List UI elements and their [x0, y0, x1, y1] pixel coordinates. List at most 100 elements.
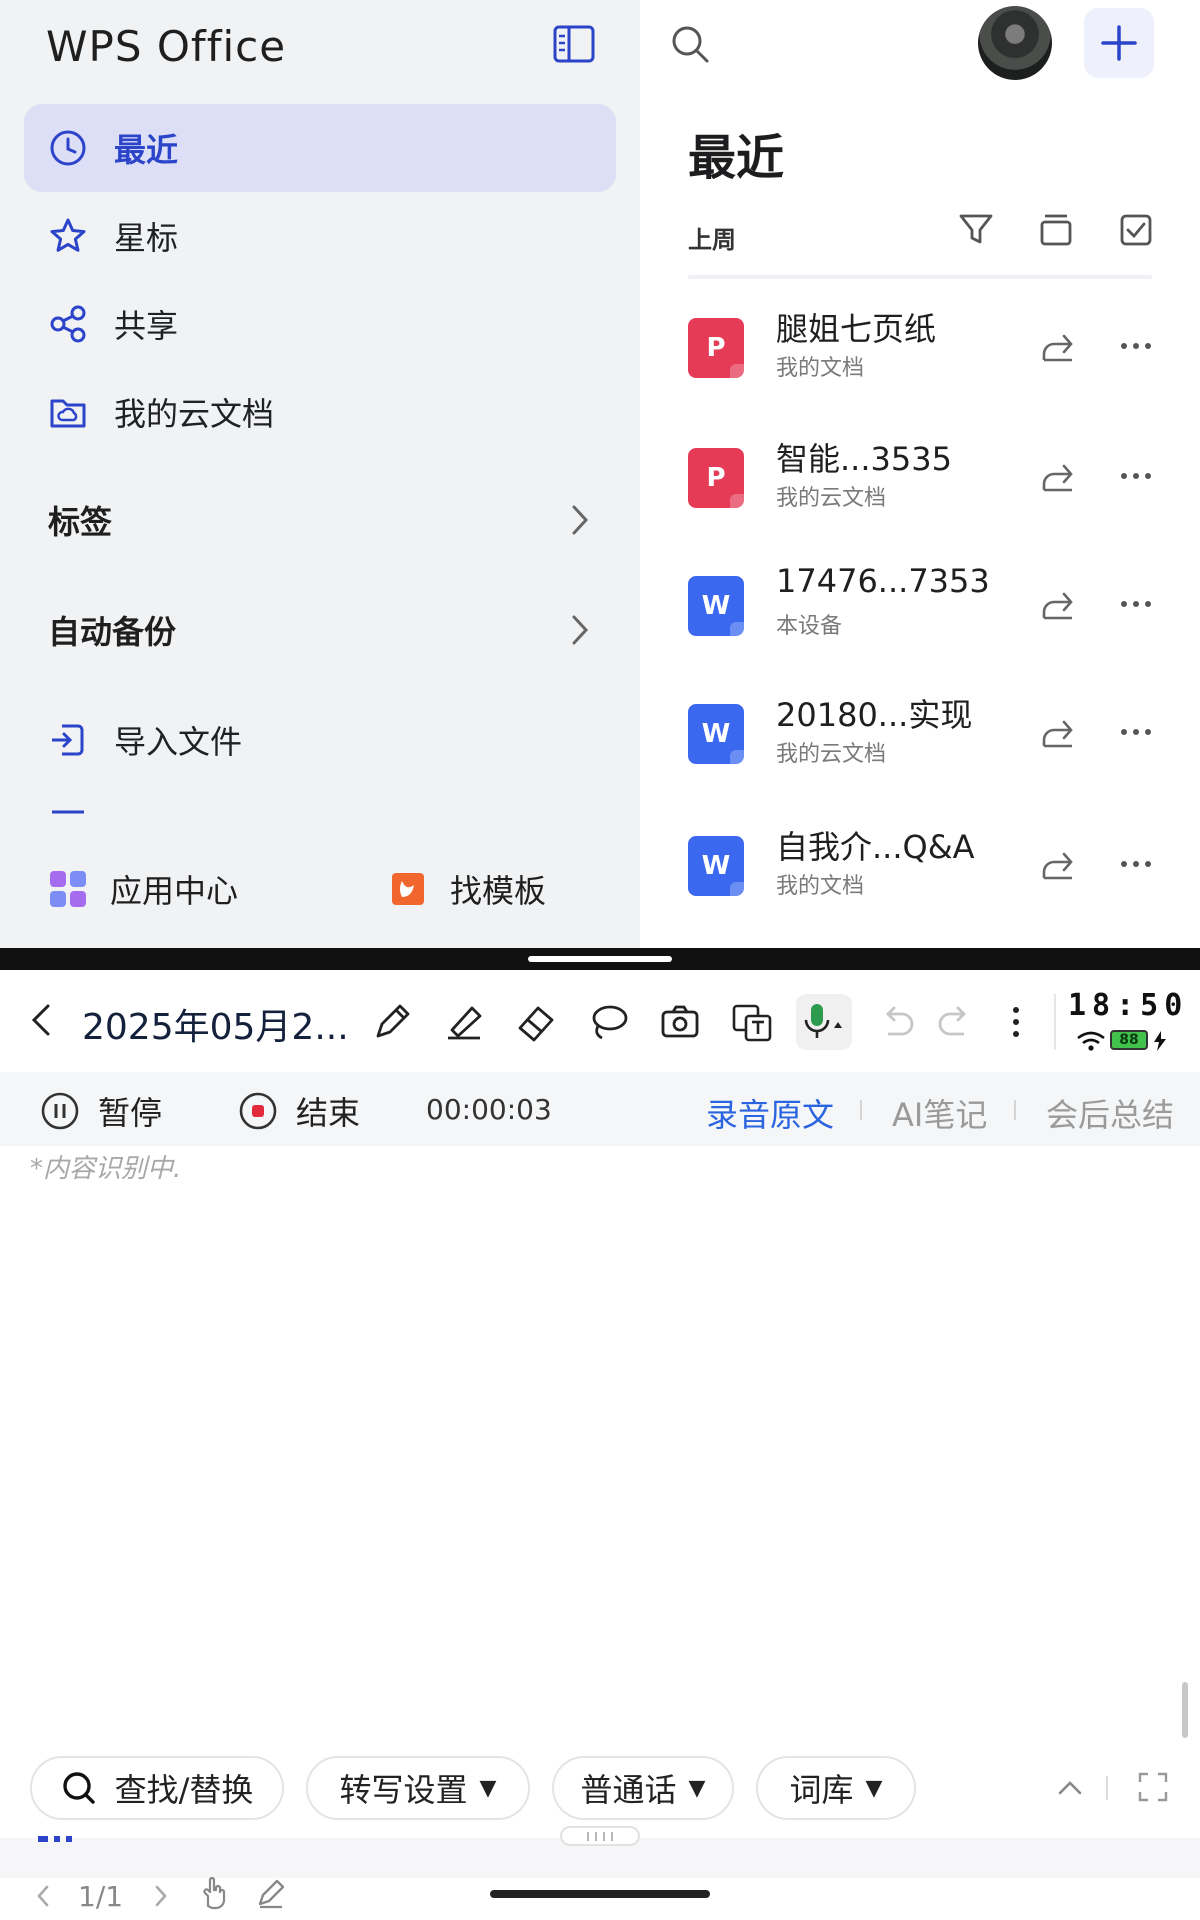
file-location: 本设备: [776, 614, 843, 639]
nav-item-label: 星标: [114, 219, 179, 257]
add-button[interactable]: [1084, 8, 1154, 78]
transcribe-settings-dropdown[interactable]: 转写设置 ▼: [306, 1756, 530, 1820]
page-title: 最近: [688, 130, 785, 186]
split-screen-handle[interactable]: [528, 956, 672, 962]
word-file-icon: W: [688, 704, 744, 764]
file-name: 腿姐七页纸: [776, 310, 937, 348]
tab-summary[interactable]: 会后总结: [1046, 1090, 1174, 1136]
nav-item-label: 导入文件: [114, 723, 243, 761]
fullscreen-icon[interactable]: [1136, 1770, 1170, 1804]
pause-button[interactable]: 暂停: [40, 1088, 162, 1134]
share-arrow-icon[interactable]: [1038, 326, 1078, 366]
sidebar-toggle-icon[interactable]: [552, 22, 596, 66]
file-row[interactable]: P 腿姐七页纸 我的文档: [688, 300, 1158, 420]
search-icon[interactable]: [668, 22, 712, 66]
stop-label: 结束: [296, 1094, 361, 1132]
tab-ai-notes[interactable]: AI笔记: [892, 1090, 987, 1136]
view-mode-icon[interactable]: [1036, 210, 1076, 250]
divider: [688, 275, 1152, 279]
recording-timer: 00:00:03: [426, 1093, 552, 1126]
redo-icon[interactable]: [934, 1000, 978, 1044]
find-replace-button[interactable]: 查找/替换: [30, 1756, 284, 1820]
import-file-button[interactable]: 导入文件: [24, 696, 616, 784]
chevron-right-icon: [568, 613, 592, 647]
more-vertical-icon[interactable]: [994, 1000, 1038, 1044]
text-recognition-icon[interactable]: [730, 1000, 774, 1044]
nav-item-label: 最近: [114, 131, 179, 169]
pen-icon[interactable]: [370, 1000, 414, 1044]
nav-item-recent[interactable]: 最近: [24, 104, 616, 192]
camera-icon[interactable]: [658, 1000, 702, 1044]
find-replace-label: 查找/替换: [114, 1771, 254, 1809]
ppt-file-icon: P: [688, 448, 744, 508]
file-row[interactable]: P 智能...3535 我的云文档: [688, 430, 1158, 550]
pause-icon: [40, 1091, 80, 1131]
toolbar-divider: [1054, 994, 1056, 1050]
ai-icon[interactable]: [36, 1836, 80, 1850]
caret-down-icon: ▼: [688, 1775, 706, 1801]
note-title: 2025年05月2...: [82, 1007, 349, 1048]
back-arrow-icon[interactable]: [24, 1000, 58, 1040]
section-auto-backup[interactable]: 自动备份: [24, 590, 616, 670]
truncated-nav-icon: [48, 808, 88, 820]
more-options-icon[interactable]: [1116, 456, 1156, 496]
more-options-icon[interactable]: [1116, 584, 1156, 624]
file-location: 我的云文档: [776, 742, 887, 767]
lasso-icon[interactable]: [586, 1000, 630, 1044]
file-row[interactable]: W 17476...7353 本设备: [688, 558, 1158, 678]
caret-down-icon: ▼: [479, 1775, 497, 1801]
dictionary-dropdown[interactable]: 词库 ▼: [756, 1756, 916, 1820]
nav-item-shared[interactable]: 共享: [24, 280, 616, 368]
app-grid-icon: [48, 869, 88, 909]
tab-transcript[interactable]: 录音原文: [706, 1090, 834, 1136]
share-arrow-icon[interactable]: [1038, 456, 1078, 496]
battery-indicator: 88: [1110, 1030, 1148, 1050]
section-tags[interactable]: 标签: [24, 480, 616, 560]
filter-icon[interactable]: [956, 210, 996, 250]
chevron-right-icon: [568, 503, 592, 537]
undo-icon[interactable]: [874, 1000, 918, 1044]
pen-edit-icon[interactable]: [254, 1876, 288, 1910]
stop-record-icon: [238, 1091, 278, 1131]
word-file-icon: W: [688, 576, 744, 636]
tab-separator: [860, 1100, 862, 1120]
chevron-right-icon[interactable]: [150, 1882, 172, 1910]
word-file-icon: W: [688, 836, 744, 896]
home-indicator[interactable]: [490, 1890, 710, 1898]
find-template-label: 找模板: [450, 872, 547, 910]
nav-item-cloud-docs[interactable]: 我的云文档: [24, 368, 616, 456]
app-center-label: 应用中心: [110, 872, 239, 910]
stop-button[interactable]: 结束: [238, 1088, 360, 1134]
file-name: 20180...实现: [776, 696, 973, 734]
avatar[interactable]: [978, 6, 1052, 80]
chevron-left-icon[interactable]: [32, 1882, 54, 1910]
highlighter-icon[interactable]: [442, 1000, 486, 1044]
file-name: 自我介...Q&A: [776, 828, 975, 866]
nav-item-starred[interactable]: 星标: [24, 192, 616, 280]
scrollbar[interactable]: [1182, 1682, 1188, 1738]
section-label: 标签: [48, 503, 113, 541]
eraser-icon[interactable]: [514, 1000, 558, 1044]
hand-pointer-icon[interactable]: [196, 1876, 232, 1912]
share-arrow-icon[interactable]: [1038, 712, 1078, 752]
file-row[interactable]: W 20180...实现 我的云文档: [688, 686, 1158, 806]
file-row[interactable]: W 自我介...Q&A 我的文档: [688, 818, 1158, 938]
share-arrow-icon[interactable]: [1038, 844, 1078, 884]
more-options-icon[interactable]: [1116, 712, 1156, 752]
language-dropdown[interactable]: 普通话 ▼: [552, 1756, 734, 1820]
clock-icon: [48, 128, 88, 168]
find-template-button[interactable]: 找模板: [388, 854, 546, 924]
status-clock: 18:50: [1068, 988, 1189, 1023]
microphone-recording-icon[interactable]: [796, 994, 852, 1050]
more-options-icon[interactable]: [1116, 326, 1156, 366]
drawer-handle[interactable]: [560, 1826, 640, 1846]
multi-select-icon[interactable]: [1116, 210, 1156, 250]
more-options-icon[interactable]: [1116, 844, 1156, 884]
tab-separator: [1014, 1100, 1016, 1120]
file-name: 17476...7353: [776, 562, 990, 600]
share-arrow-icon[interactable]: [1038, 584, 1078, 624]
chevron-up-icon[interactable]: [1054, 1772, 1086, 1804]
app-center-button[interactable]: 应用中心: [48, 854, 238, 924]
cloud-folder-icon: [48, 392, 88, 432]
file-name: 智能...3535: [776, 440, 952, 478]
